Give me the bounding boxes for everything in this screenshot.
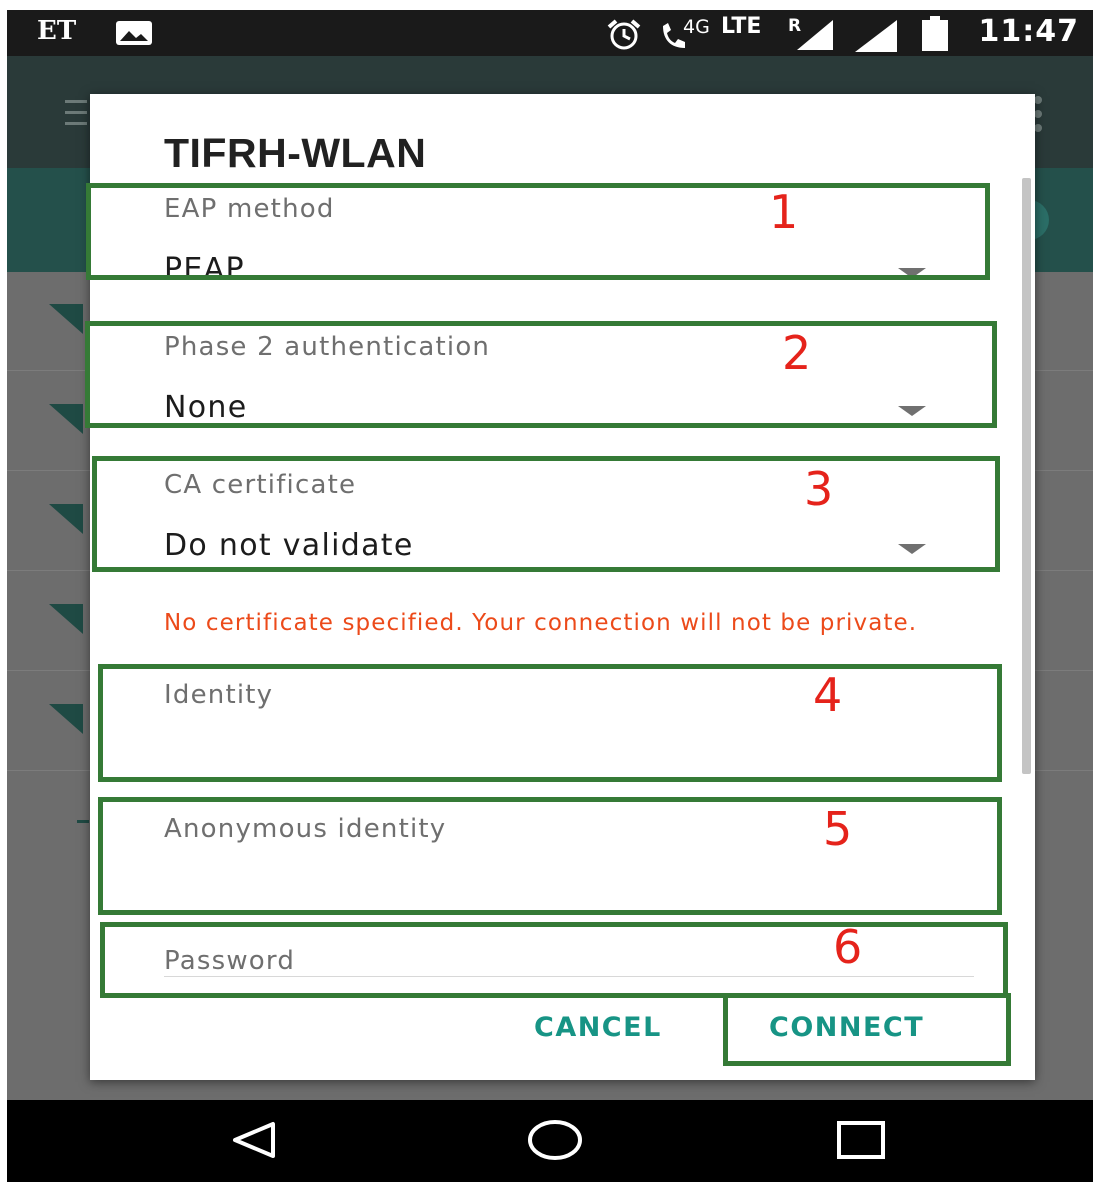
annotation-box-2 [85, 321, 997, 428]
carrier-logo: ET [37, 16, 77, 46]
annotation-number: 5 [823, 802, 853, 856]
annotation-number: 3 [804, 462, 834, 516]
scrollbar[interactable] [1022, 178, 1031, 774]
annotation-number: 4 [813, 668, 843, 722]
certificate-warning: No certificate specified. Your connectio… [164, 610, 918, 636]
network-4g-label: 4G [683, 16, 710, 38]
network-lte-label: LTE [721, 14, 762, 39]
cancel-button[interactable]: CANCEL [534, 1012, 662, 1043]
annotation-number: 1 [769, 185, 799, 239]
annotation-number: 6 [833, 920, 863, 974]
dialog-title: TIFRH-WLAN [164, 130, 427, 176]
status-bar: ET 4G LTE R 11:47 [7, 10, 1093, 56]
annotation-number: 2 [782, 326, 812, 380]
navigation-bar [7, 1100, 1093, 1182]
list-dash [77, 820, 89, 823]
annotation-box-5 [98, 797, 1002, 915]
annotation-box-1 [86, 183, 990, 280]
annotation-box-3 [92, 456, 1000, 572]
phone-screen: ET 4G LTE R 11:47 TIFRH-WLAN EAP method … [7, 10, 1093, 1182]
clock: 11:47 [978, 14, 1079, 49]
annotation-box-4 [98, 664, 1002, 782]
annotation-box-connect [723, 993, 1011, 1066]
annotation-box-6 [100, 922, 1008, 998]
